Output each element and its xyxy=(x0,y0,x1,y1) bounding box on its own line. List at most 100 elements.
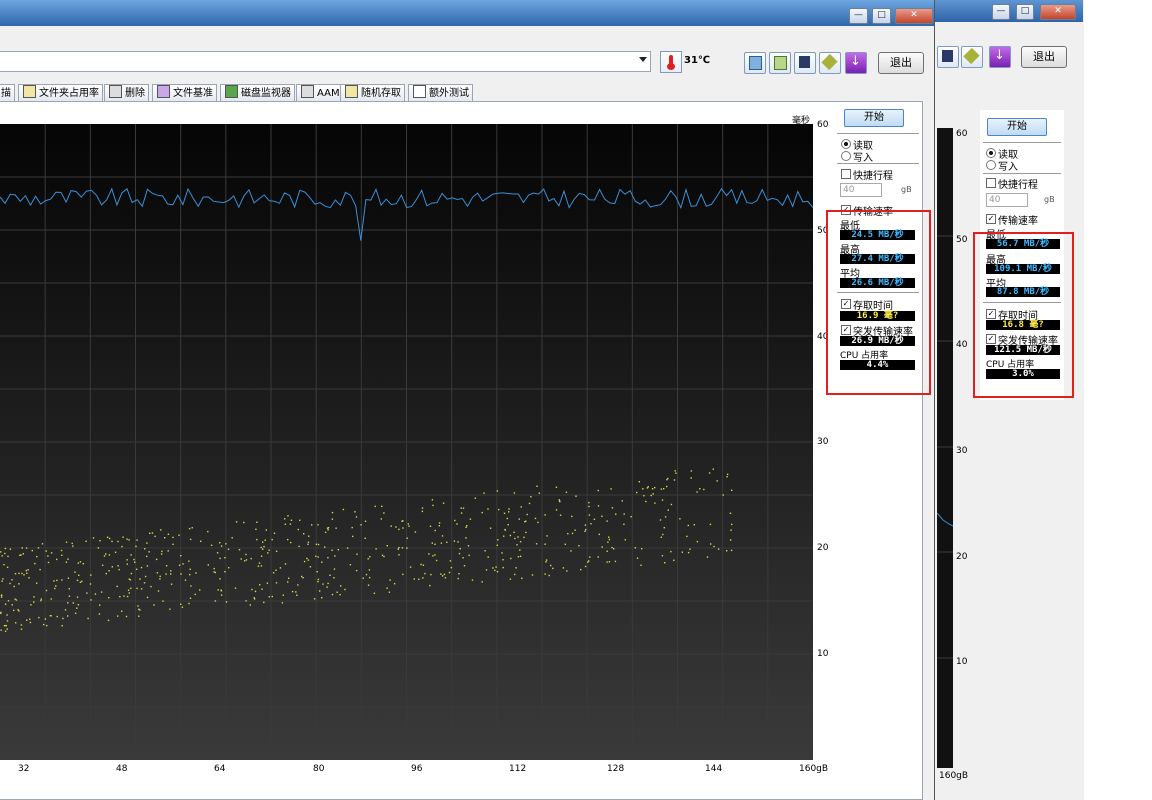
exit-button[interactable]: 退出 xyxy=(878,52,924,74)
back-exit-button[interactable]: 退出 xyxy=(1021,46,1067,68)
back-transfer-rate-checkbox[interactable]: ✓ xyxy=(986,214,996,224)
back-read-radio[interactable] xyxy=(986,148,996,158)
tab-scan[interactable]: 描 xyxy=(0,84,15,102)
access-time-point xyxy=(513,531,515,533)
disk-icon xyxy=(821,53,838,71)
access-time-point xyxy=(584,565,587,568)
access-time-point xyxy=(519,555,522,557)
access-time-point xyxy=(501,552,503,554)
download-button[interactable]: ↓ xyxy=(845,52,867,74)
access-time-point xyxy=(220,545,223,547)
access-time-point xyxy=(640,564,642,566)
access-time-point xyxy=(220,594,223,596)
access-time-point xyxy=(726,550,728,552)
access-time-point xyxy=(462,557,464,559)
access-time-point xyxy=(615,513,617,515)
back-write-radio[interactable] xyxy=(986,160,996,170)
access-time-point xyxy=(34,562,36,565)
access-time-point xyxy=(523,536,525,539)
tab-random-access[interactable]: 随机存取 xyxy=(340,84,405,102)
save-button[interactable] xyxy=(794,52,816,74)
access-time-point xyxy=(654,486,656,489)
copy-image-button[interactable] xyxy=(769,52,791,74)
back-highlight-box xyxy=(973,232,1074,398)
back-close-button[interactable]: ✕ xyxy=(1040,4,1076,20)
access-time-point xyxy=(458,573,460,575)
back-minimize-button[interactable]: — xyxy=(992,4,1010,20)
access-time-point xyxy=(21,572,23,575)
access-time-point xyxy=(272,572,275,574)
back-download-button[interactable]: ↓ xyxy=(989,46,1011,68)
tab-erase[interactable]: 删除 xyxy=(104,84,149,102)
access-time-point xyxy=(381,505,383,507)
access-time-point xyxy=(457,577,459,580)
tab-extra-tests[interactable]: 额外测试 xyxy=(408,84,473,102)
access-time-point xyxy=(538,492,540,494)
access-time-point xyxy=(62,617,64,620)
access-time-point xyxy=(716,480,718,482)
write-radio[interactable] xyxy=(841,151,851,161)
access-time-point xyxy=(484,550,486,552)
access-time-point xyxy=(355,516,358,518)
access-time-point xyxy=(730,529,732,531)
tab-disk-monitor[interactable]: 磁盘监视器 xyxy=(220,84,295,102)
maximize-button[interactable]: □ xyxy=(872,8,891,24)
read-radio[interactable] xyxy=(841,139,851,149)
back-disk-button[interactable] xyxy=(961,46,983,68)
access-time-point xyxy=(14,598,16,600)
access-time-point xyxy=(126,563,128,565)
short-stroke-input[interactable]: 40 xyxy=(840,183,882,197)
access-time-point xyxy=(106,536,109,538)
access-time-point xyxy=(630,516,632,518)
access-time-point xyxy=(172,543,174,545)
access-time-point xyxy=(164,537,166,539)
access-time-point xyxy=(189,568,191,570)
access-time-point xyxy=(303,560,306,563)
access-time-point xyxy=(11,579,13,581)
close-button[interactable]: ✕ xyxy=(895,8,933,24)
access-time-point xyxy=(72,545,74,547)
access-time-point xyxy=(97,547,100,549)
access-time-point xyxy=(167,533,170,535)
short-stroke-checkbox[interactable] xyxy=(841,169,851,179)
copy-text-button[interactable] xyxy=(744,52,766,74)
access-time-point xyxy=(317,543,320,546)
access-time-point xyxy=(89,583,92,585)
access-time-point xyxy=(645,500,647,503)
access-time-point xyxy=(15,622,17,624)
drive-select[interactable] xyxy=(0,51,651,72)
access-time-point xyxy=(250,557,252,560)
access-time-point xyxy=(351,526,353,529)
back-short-stroke-input[interactable]: 40 xyxy=(986,193,1028,207)
access-time-point xyxy=(275,569,277,571)
access-time-point xyxy=(469,518,472,520)
access-time-point xyxy=(601,546,603,548)
back-save-button[interactable] xyxy=(937,46,959,68)
access-time-point xyxy=(13,609,15,612)
tab-file-benchmark[interactable]: 文件基准 xyxy=(152,84,217,102)
back-start-button[interactable]: 开始 xyxy=(987,118,1047,136)
access-time-point xyxy=(160,529,162,531)
minimize-button[interactable]: — xyxy=(849,8,868,24)
access-time-point xyxy=(90,599,92,601)
back-short-stroke-checkbox[interactable] xyxy=(986,178,996,188)
access-time-point xyxy=(85,540,87,542)
access-time-point xyxy=(188,560,190,562)
access-time-point xyxy=(140,588,143,590)
access-time-point xyxy=(659,519,662,521)
access-time-point xyxy=(165,565,168,567)
access-time-point xyxy=(301,575,303,578)
access-time-point xyxy=(108,570,110,572)
tab-folder-usage[interactable]: 文件夹占用率 xyxy=(18,84,103,102)
back-maximize-button[interactable]: □ xyxy=(1016,4,1034,20)
access-time-point xyxy=(365,573,368,576)
access-time-point xyxy=(161,550,163,553)
disk-button[interactable] xyxy=(819,52,841,74)
start-button[interactable]: 开始 xyxy=(844,109,904,127)
access-time-point xyxy=(4,552,6,555)
access-time-point xyxy=(159,578,161,580)
access-time-point xyxy=(331,511,334,514)
access-time-point xyxy=(316,571,318,573)
access-time-point xyxy=(118,568,120,571)
tab-aam[interactable]: AAM xyxy=(296,84,344,102)
